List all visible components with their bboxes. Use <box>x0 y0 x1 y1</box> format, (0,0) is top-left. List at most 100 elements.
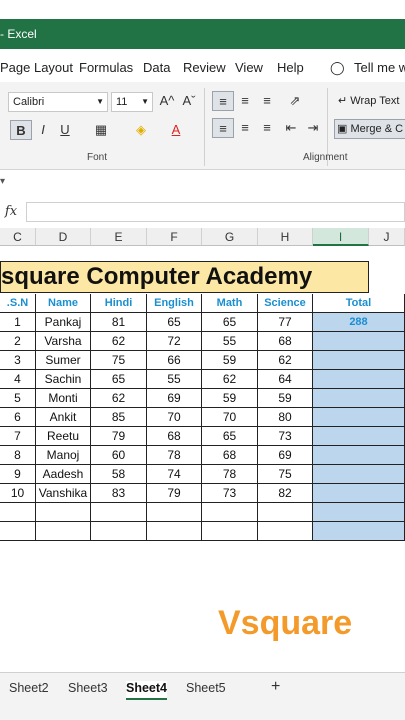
align-left-icon[interactable]: ≡ <box>212 118 234 138</box>
table-cell[interactable]: 70 <box>147 408 202 427</box>
table-cell[interactable]: Aadesh <box>36 465 91 484</box>
table-cell[interactable]: 59 <box>258 389 313 408</box>
table-cell[interactable] <box>91 503 147 522</box>
table-cell[interactable] <box>258 503 313 522</box>
table-cell[interactable]: 69 <box>258 446 313 465</box>
table-cell[interactable] <box>91 522 147 541</box>
borders-icon[interactable]: ▦ <box>90 120 112 140</box>
fx-label[interactable]: fx <box>0 202 22 222</box>
table-cell[interactable] <box>313 389 405 408</box>
table-cell[interactable]: 72 <box>147 332 202 351</box>
table-cell[interactable] <box>313 484 405 503</box>
table-cell[interactable]: 58 <box>91 465 147 484</box>
align-right-icon[interactable]: ≡ <box>256 118 278 138</box>
table-header-cell[interactable]: Total <box>313 294 405 313</box>
table-cell[interactable]: 75 <box>258 465 313 484</box>
table-cell[interactable]: 2 <box>0 332 36 351</box>
merge-center-button[interactable]: ▣ Merge & C <box>334 119 405 139</box>
table-cell[interactable] <box>313 370 405 389</box>
tell-me-search[interactable]: Tell me w <box>354 60 405 75</box>
table-cell[interactable]: 5 <box>0 389 36 408</box>
table-cell[interactable]: 73 <box>202 484 258 503</box>
font-name-select[interactable]: Calibri ▼ <box>8 92 108 112</box>
wrap-text-button[interactable]: ↵ Wrap Text <box>338 94 399 107</box>
table-cell[interactable] <box>202 503 258 522</box>
font-color-icon[interactable]: A <box>165 120 187 140</box>
tab-formulas[interactable]: Formulas <box>79 60 133 75</box>
table-cell[interactable]: 77 <box>258 313 313 332</box>
sheet-tab-sheet4[interactable]: Sheet4 <box>126 681 167 700</box>
table-cell[interactable] <box>313 332 405 351</box>
table-cell[interactable]: 55 <box>202 332 258 351</box>
tab-data[interactable]: Data <box>143 60 170 75</box>
table-header-cell[interactable]: .S.N <box>0 294 36 313</box>
column-header-h[interactable]: H <box>258 228 313 246</box>
table-cell[interactable]: 73 <box>258 427 313 446</box>
table-header-cell[interactable]: Hindi <box>91 294 147 313</box>
table-cell[interactable] <box>147 522 202 541</box>
table-cell[interactable] <box>313 465 405 484</box>
table-header-cell[interactable]: English <box>147 294 202 313</box>
tab-help[interactable]: Help <box>277 60 304 75</box>
font-size-select[interactable]: 11 ▼ <box>111 92 153 112</box>
sheet-tab-sheet5[interactable]: Sheet5 <box>186 681 226 695</box>
table-cell[interactable]: 65 <box>202 427 258 446</box>
table-cell[interactable]: 65 <box>202 313 258 332</box>
table-cell[interactable] <box>36 522 91 541</box>
table-cell[interactable]: 60 <box>91 446 147 465</box>
table-cell[interactable]: 80 <box>258 408 313 427</box>
table-cell[interactable] <box>0 503 36 522</box>
align-top-icon[interactable]: ≡ <box>212 91 234 111</box>
decrease-indent-icon[interactable]: ⇤ <box>280 118 302 138</box>
table-cell[interactable]: 62 <box>258 351 313 370</box>
table-cell[interactable]: 3 <box>0 351 36 370</box>
table-cell[interactable]: 66 <box>147 351 202 370</box>
table-cell[interactable] <box>313 446 405 465</box>
table-cell[interactable]: 288 <box>313 313 405 332</box>
table-cell[interactable] <box>258 522 313 541</box>
table-header-cell[interactable]: Math <box>202 294 258 313</box>
table-cell[interactable] <box>313 427 405 446</box>
grow-font-button[interactable]: A^ <box>156 91 178 111</box>
add-sheet-button[interactable]: + <box>271 678 280 696</box>
table-cell[interactable]: 69 <box>147 389 202 408</box>
table-cell[interactable]: 55 <box>147 370 202 389</box>
table-cell[interactable]: 81 <box>91 313 147 332</box>
table-cell[interactable] <box>202 522 258 541</box>
table-cell[interactable] <box>0 522 36 541</box>
tab-view[interactable]: View <box>235 60 263 75</box>
table-cell[interactable]: 83 <box>91 484 147 503</box>
table-cell[interactable]: Varsha <box>36 332 91 351</box>
column-header-i[interactable]: I <box>313 228 369 246</box>
table-cell[interactable]: Pankaj <box>36 313 91 332</box>
table-cell[interactable]: 82 <box>258 484 313 503</box>
table-cell[interactable] <box>36 503 91 522</box>
tab-page-layout[interactable]: Page Layout <box>0 60 73 75</box>
table-cell[interactable]: Vanshika <box>36 484 91 503</box>
align-bottom-icon[interactable]: ≡ <box>256 91 278 111</box>
table-cell[interactable]: 64 <box>258 370 313 389</box>
column-header-c[interactable]: C <box>0 228 36 246</box>
table-cell[interactable]: 78 <box>147 446 202 465</box>
table-cell[interactable]: 65 <box>147 313 202 332</box>
bold-button[interactable]: B <box>10 120 32 140</box>
align-middle-icon[interactable]: ≡ <box>234 91 256 111</box>
table-cell[interactable]: 7 <box>0 427 36 446</box>
worksheet-grid[interactable]: CDEFGHIJ square Computer Academy .S.N Nam… <box>0 228 405 668</box>
formula-input[interactable] <box>26 202 405 222</box>
column-header-d[interactable]: D <box>36 228 91 246</box>
column-header-e[interactable]: E <box>91 228 147 246</box>
table-cell[interactable]: 79 <box>91 427 147 446</box>
table-cell[interactable]: 74 <box>147 465 202 484</box>
underline-button[interactable]: U <box>54 120 76 140</box>
table-cell[interactable] <box>313 408 405 427</box>
increase-indent-icon[interactable]: ⇥ <box>302 118 324 138</box>
orientation-icon[interactable]: ⇗ <box>284 91 306 111</box>
tab-review[interactable]: Review <box>183 60 226 75</box>
table-cell[interactable]: 68 <box>258 332 313 351</box>
table-cell[interactable]: 75 <box>91 351 147 370</box>
column-header-g[interactable]: G <box>202 228 258 246</box>
table-header-cell[interactable]: Name <box>36 294 91 313</box>
table-cell[interactable]: 62 <box>202 370 258 389</box>
banner-cell[interactable]: square Computer Academy <box>0 261 369 293</box>
